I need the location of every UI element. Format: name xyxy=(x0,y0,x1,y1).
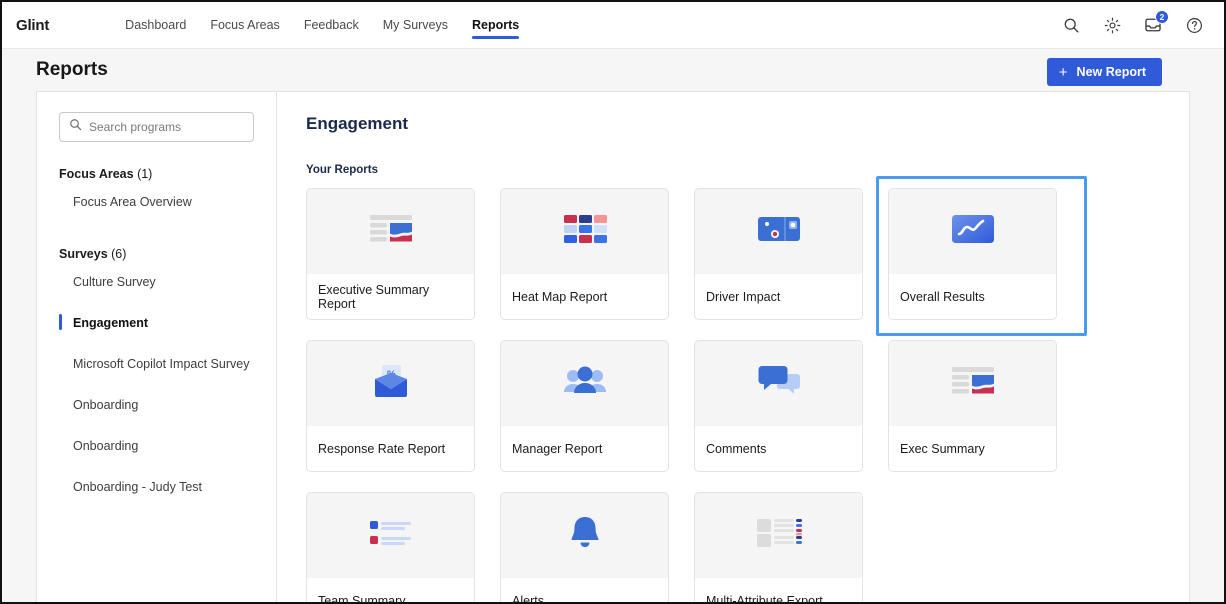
card-label: Manager Report xyxy=(501,426,668,471)
nav-items: Dashboard Focus Areas Feedback My Survey… xyxy=(113,2,531,49)
help-icon[interactable] xyxy=(1184,15,1204,35)
brand-logo[interactable]: Glint xyxy=(14,17,49,34)
card-icon-area: % xyxy=(307,341,474,426)
report-card-wrapper: Alerts xyxy=(500,492,669,602)
report-card-wrapper: Comments xyxy=(694,340,863,472)
multi-attribute-icon xyxy=(753,514,805,557)
nav-item-feedback[interactable]: Feedback xyxy=(292,2,371,49)
page-header: Reports + New Report xyxy=(2,49,1224,91)
nav-item-dashboard[interactable]: Dashboard xyxy=(113,2,198,49)
driver-impact-icon xyxy=(754,210,804,253)
nav-item-focus-areas[interactable]: Focus Areas xyxy=(198,2,291,49)
report-card-driver-impact[interactable]: Driver Impact xyxy=(694,188,863,320)
sidebar-item-onboarding-2[interactable]: Onboarding xyxy=(37,425,276,466)
report-card-executive-summary-report[interactable]: Executive Summary Report xyxy=(306,188,475,320)
gear-icon[interactable] xyxy=(1102,15,1122,35)
section-label-your-reports: Your Reports xyxy=(306,164,378,176)
main-title: Engagement xyxy=(306,114,409,133)
sidebar-item-onboarding-1[interactable]: Onboarding xyxy=(37,384,276,425)
report-card-wrapper: Driver Impact xyxy=(694,188,863,320)
card-icon-area xyxy=(501,341,668,426)
group-count: (1) xyxy=(137,167,153,181)
search-input[interactable] xyxy=(89,120,244,134)
inbox-badge-count: 2 xyxy=(1155,10,1169,24)
card-icon-area xyxy=(307,493,474,578)
page-title: Reports xyxy=(36,59,108,80)
bell-icon xyxy=(563,514,607,557)
content-panel: Focus Areas (1) Focus Area Overview Surv… xyxy=(36,91,1190,602)
top-navigation-bar: Glint Dashboard Focus Areas Feedback My … xyxy=(2,2,1224,49)
report-card-wrapper: Exec Summary xyxy=(888,340,1057,472)
card-label: Alerts xyxy=(501,578,668,602)
report-card-wrapper: Team Summary xyxy=(306,492,475,602)
report-card-wrapper: Executive Summary Report xyxy=(306,188,475,320)
sidebar-item-engagement[interactable]: Engagement xyxy=(37,302,276,343)
card-label: Comments xyxy=(695,426,862,471)
report-card-wrapper: Manager Report xyxy=(500,340,669,472)
sidebar-item-onboarding-judy-test[interactable]: Onboarding - Judy Test xyxy=(37,466,276,507)
main-content: Engagement Your Reports Executive Summar… xyxy=(277,92,1189,602)
inbox-icon[interactable]: 2 xyxy=(1143,10,1169,35)
card-icon-area xyxy=(695,493,862,578)
sidebar-item-focus-area-overview[interactable]: Focus Area Overview xyxy=(37,181,276,222)
card-icon-area xyxy=(307,189,474,274)
report-card-team-summary[interactable]: Team Summary xyxy=(306,492,475,602)
search-icon[interactable] xyxy=(1061,15,1081,35)
envelope-percent-icon: % xyxy=(366,362,416,405)
reports-app-window: Glint Dashboard Focus Areas Feedback My … xyxy=(0,0,1226,604)
card-icon-area xyxy=(501,493,668,578)
report-card-wrapper: % Response Rate Report xyxy=(306,340,475,472)
report-card-manager-report[interactable]: Manager Report xyxy=(500,340,669,472)
heat-map-icon xyxy=(560,210,610,253)
line-chart-icon xyxy=(947,210,999,253)
new-report-label: New Report xyxy=(1076,65,1146,79)
group-label: Focus Areas xyxy=(59,167,134,181)
speech-bubbles-icon xyxy=(754,362,804,405)
report-card-heat-map-report[interactable]: Heat Map Report xyxy=(500,188,669,320)
group-count: (6) xyxy=(111,247,127,261)
nav-item-reports[interactable]: Reports xyxy=(460,2,531,49)
nav-icon-group: 2 xyxy=(1061,10,1210,35)
sidebar-item-microsoft-copilot-impact-survey[interactable]: Microsoft Copilot Impact Survey xyxy=(37,343,276,384)
card-icon-area xyxy=(695,189,862,274)
search-programs-box[interactable] xyxy=(59,112,254,142)
new-report-button[interactable]: + New Report xyxy=(1046,58,1162,86)
sidebar: Focus Areas (1) Focus Area Overview Surv… xyxy=(37,92,277,602)
report-card-wrapper: Multi-Attribute Export xyxy=(694,492,863,602)
report-card-wrapper: Heat Map Report xyxy=(500,188,669,320)
card-label: Team Summary xyxy=(307,578,474,602)
card-icon-area xyxy=(889,341,1056,426)
card-icon-area xyxy=(501,189,668,274)
report-card-comments[interactable]: Comments xyxy=(694,340,863,472)
group-label: Surveys xyxy=(59,247,108,261)
card-label: Overall Results xyxy=(889,274,1056,319)
page-body: Focus Areas (1) Focus Area Overview Surv… xyxy=(2,91,1224,602)
sidebar-search-wrapper xyxy=(37,112,276,142)
card-label: Driver Impact xyxy=(695,274,862,319)
card-label: Heat Map Report xyxy=(501,274,668,319)
exec-summary-icon xyxy=(948,362,998,405)
sidebar-group-focus-areas: Focus Areas (1) xyxy=(37,167,276,181)
report-card-response-rate-report[interactable]: % Response Rate Report xyxy=(306,340,475,472)
report-card-multi-attribute-export[interactable]: Multi-Attribute Export xyxy=(694,492,863,602)
team-summary-icon xyxy=(366,514,416,557)
card-label: Executive Summary Report xyxy=(307,274,474,319)
plus-icon: + xyxy=(1058,63,1068,81)
sidebar-group-surveys: Surveys (6) xyxy=(37,247,276,261)
exec-summary-icon xyxy=(366,210,416,253)
report-card-wrapper-focused: Overall Results xyxy=(876,176,1087,336)
report-card-alerts[interactable]: Alerts xyxy=(500,492,669,602)
card-icon-area xyxy=(889,189,1056,274)
card-icon-area xyxy=(695,341,862,426)
card-label: Multi-Attribute Export xyxy=(695,578,862,602)
search-icon xyxy=(69,118,82,136)
report-card-overall-results[interactable]: Overall Results xyxy=(888,188,1057,320)
people-group-icon xyxy=(560,362,610,405)
card-label: Response Rate Report xyxy=(307,426,474,471)
nav-item-my-surveys[interactable]: My Surveys xyxy=(371,2,460,49)
report-card-exec-summary[interactable]: Exec Summary xyxy=(888,340,1057,472)
report-card-grid: Executive Summary Report Heat Map Report… xyxy=(306,176,1161,602)
card-label: Exec Summary xyxy=(889,426,1056,471)
sidebar-item-culture-survey[interactable]: Culture Survey xyxy=(37,261,276,302)
